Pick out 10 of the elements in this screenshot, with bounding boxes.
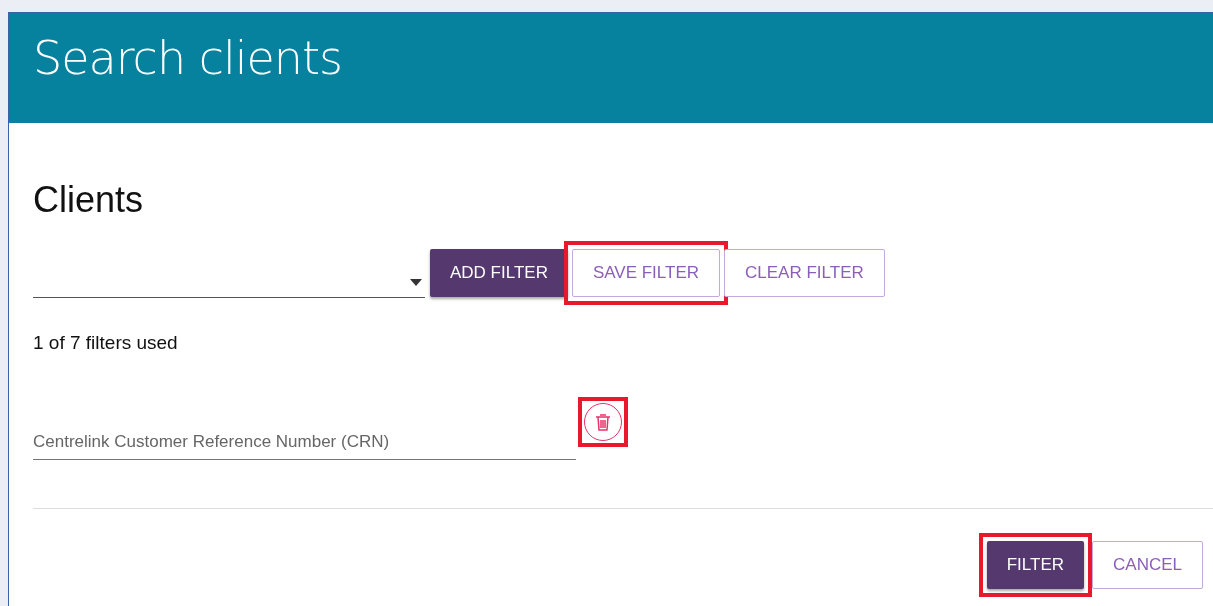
delete-button[interactable] [584,403,622,441]
section-title: Clients [33,179,145,221]
page-title: Search clients [33,31,343,85]
cancel-button[interactable]: CANCEL [1092,541,1203,589]
filter-action-button[interactable]: CLEAR FILTER [724,248,885,297]
filter-button[interactable]: FILTER [986,541,1085,589]
trash-icon [595,413,611,431]
filters-used-text: 1 of 7 filters used [33,332,179,354]
filter-action-button[interactable]: SAVE FILTER [571,248,721,297]
caret-icon [410,279,422,286]
